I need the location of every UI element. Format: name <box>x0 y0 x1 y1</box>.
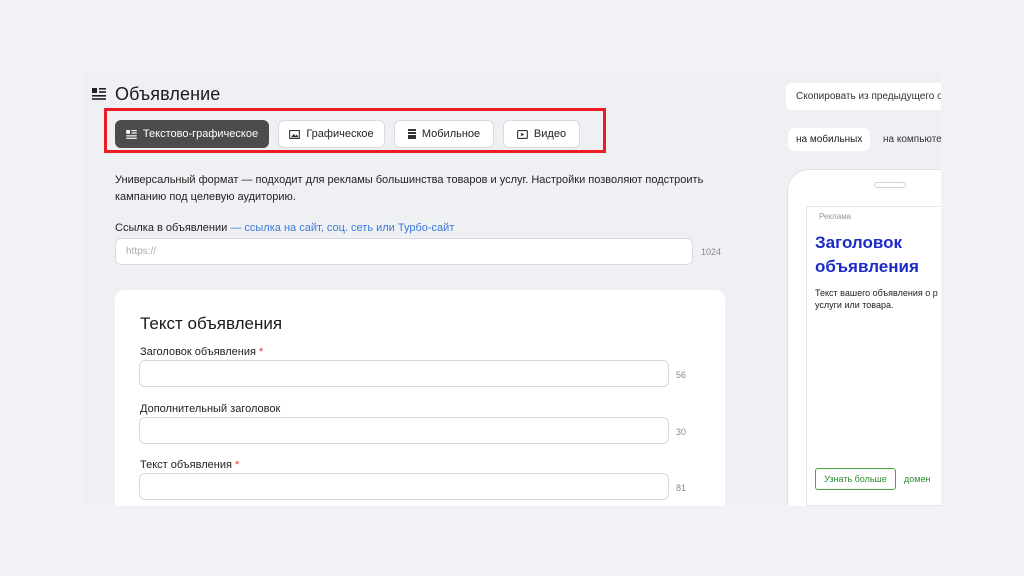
ad-preview-text: Текст вашего объявления о р услуги или т… <box>815 288 938 310</box>
extra-headline-char-counter: 30 <box>676 427 687 437</box>
description-line: Универсальный формат — подходит для рекл… <box>115 174 704 186</box>
ad-label: Реклама <box>819 212 852 221</box>
tab-label: Видео <box>533 128 567 140</box>
card-title: Текст объявления <box>140 314 283 333</box>
link-field-label: Ссылка в объявлении — ссылка на сайт, со… <box>115 222 454 234</box>
tab-text-graphic[interactable]: Текстово-графическое <box>115 120 269 148</box>
ad-text-input[interactable] <box>139 473 669 500</box>
required-mark: * <box>235 459 240 471</box>
headline-char-counter: 56 <box>676 370 687 380</box>
ad-text-char-counter: 81 <box>676 483 687 493</box>
tab-mobile[interactable]: Мобильное <box>394 120 494 148</box>
tab-label: Мобильное <box>421 128 481 140</box>
headline-label: Заголовок объявления * <box>140 346 263 358</box>
link-hint: — ссылка на сайт, соц. сеть или Турбо-са… <box>227 222 455 234</box>
tab-label: Текстово-графическое <box>142 128 259 140</box>
url-char-counter: 1024 <box>701 247 722 257</box>
headline-input[interactable] <box>139 360 669 387</box>
headline-label-text: Заголовок объявления <box>140 346 256 358</box>
phone-speaker <box>874 182 906 188</box>
image-icon <box>289 129 301 139</box>
mobile-icon <box>407 129 416 139</box>
copy-from-previous-button[interactable]: Скопировать из предыдущего о <box>786 83 941 110</box>
ad-preview-title: Заголовок объявления <box>815 233 919 276</box>
tab-mobile-preview[interactable]: на мобильных <box>788 128 871 151</box>
tab-video[interactable]: Видео <box>503 120 580 148</box>
required-mark: * <box>259 346 264 358</box>
url-input[interactable] <box>115 238 693 265</box>
extra-headline-input[interactable] <box>139 417 669 444</box>
description-line: кампанию под целевую аудиторию. <box>115 191 296 203</box>
video-icon <box>517 129 528 139</box>
page-title: Объявление <box>115 84 221 104</box>
link-label-text: Ссылка в объявлении <box>115 222 228 234</box>
ad-editor-screenshot: Объявление Текстово-графическое Графичес… <box>84 71 941 506</box>
tab-graphic[interactable]: Графическое <box>278 120 385 148</box>
learn-more-button[interactable]: Узнать больше <box>815 468 896 490</box>
ad-text-label-text: Текст объявления <box>140 459 232 471</box>
ad-text-label: Текст объявления * <box>140 459 239 471</box>
tab-desktop-preview[interactable]: на компьюте <box>875 128 941 151</box>
extra-headline-label: Дополнительный заголовок <box>140 403 280 415</box>
ad-domain: домен <box>904 474 931 484</box>
format-description: Универсальный формат — подходит для рекл… <box>115 172 715 206</box>
text-graphic-icon <box>126 129 137 139</box>
ad-text-card: Текст объявления Заголовок объявления * … <box>115 290 725 506</box>
tab-label: Графическое <box>306 128 374 140</box>
list-icon <box>92 88 106 100</box>
extra-headline-label-text: Дополнительный заголовок <box>140 403 281 415</box>
